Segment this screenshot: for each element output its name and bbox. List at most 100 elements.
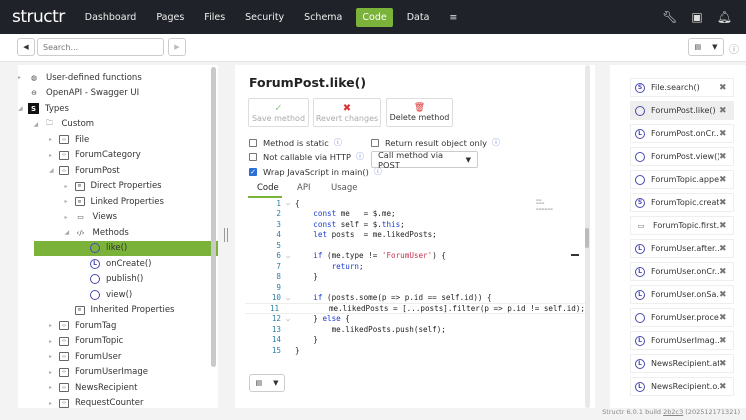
- close-icon[interactable]: ✖: [719, 336, 733, 346]
- info-icon[interactable]: ⓘ: [334, 137, 342, 148]
- nav-schema[interactable]: Schema: [298, 8, 348, 27]
- code-line[interactable]: 8 }: [245, 272, 585, 283]
- expand-toggle-icon[interactable]: ◢: [34, 121, 44, 128]
- close-icon[interactable]: ✖: [719, 83, 733, 93]
- tree-item[interactable]: ◢ ‹› ForumPost: [49, 163, 120, 178]
- open-tab[interactable]: L ForumUser.onCr... ✖: [630, 262, 734, 281]
- open-tab[interactable]: ForumPost.like() ✖: [630, 101, 734, 120]
- tree-item[interactable]: ⊖ OpenAPI - Swagger UI: [18, 86, 139, 101]
- close-icon[interactable]: ✖: [719, 313, 733, 323]
- code-line[interactable]: 6 ⌵ if (me.type != 'ForumUser') {: [245, 251, 585, 262]
- open-tab[interactable]: LNewsRecipient.af...✖: [630, 354, 734, 373]
- tree-scrollbar[interactable]: [211, 67, 216, 367]
- back-button[interactable]: ◀: [17, 38, 35, 56]
- delete-method-button[interactable]: 🗑︎ Delete method: [386, 98, 453, 127]
- nav-code[interactable]: Code: [356, 7, 393, 27]
- tree-item[interactable]: ▸ ▭ Views: [65, 210, 118, 225]
- tree-item[interactable]: LonCreate(): [80, 256, 151, 271]
- expand-toggle-icon[interactable]: ▸: [49, 369, 59, 376]
- splitter-handle[interactable]: [224, 228, 228, 242]
- expand-toggle-icon[interactable]: ▸: [49, 152, 59, 159]
- fold-chevron-icon[interactable]: ⌵: [281, 294, 295, 302]
- nav-pages[interactable]: Pages: [150, 8, 190, 27]
- expand-toggle-icon[interactable]: ◢: [49, 167, 59, 174]
- code-line[interactable]: 13 me.likedPosts.push(self);: [245, 324, 585, 335]
- tree-item[interactable]: ▸ ‹› File: [49, 132, 89, 147]
- tree-item[interactable]: ◢ S Types: [18, 101, 69, 116]
- code-line[interactable]: 12 ⌵ } else {: [245, 314, 585, 325]
- close-icon[interactable]: ✖: [719, 106, 733, 116]
- tab-code[interactable]: Code: [257, 183, 279, 193]
- open-tab[interactable]: L ForumUser.onSa... ✖: [630, 285, 734, 304]
- close-icon[interactable]: ✖: [719, 152, 733, 162]
- close-icon[interactable]: ✖: [719, 267, 733, 277]
- info-icon[interactable]: ⓘ: [729, 41, 739, 56]
- code-line[interactable]: 3 const self = $.this;: [245, 219, 585, 230]
- method-static-checkbox[interactable]: Method is static ⓘ: [249, 137, 342, 148]
- tree-item[interactable]: ◢ 🗀︎ Custom: [34, 117, 95, 132]
- code-line[interactable]: 7 return;: [245, 261, 585, 272]
- open-tab[interactable]: L NewsRecipient.o... ✖: [630, 377, 734, 396]
- open-tab[interactable]: L ForumPost.onCr... ✖: [630, 124, 734, 143]
- expand-toggle-icon[interactable]: ▸: [49, 384, 59, 391]
- expand-toggle-icon[interactable]: ▸: [49, 353, 59, 360]
- expand-toggle-icon[interactable]: ▸: [49, 322, 59, 329]
- close-icon[interactable]: ✖: [719, 244, 733, 254]
- code-line[interactable]: 5: [245, 240, 585, 251]
- tree-item[interactable]: view(): [80, 287, 132, 302]
- code-minimap[interactable]: ▬▬ ▬▬▬ ▬▬▬▬▬▬: [536, 199, 576, 219]
- wrench-icon[interactable]: 🔧︎: [662, 10, 677, 24]
- open-tab[interactable]: S File.search() ✖: [630, 78, 734, 97]
- close-icon[interactable]: ✖: [719, 175, 733, 185]
- code-line[interactable]: 2 const me = $.me;: [245, 209, 585, 220]
- open-tab[interactable]: ForumTopic.appe...✖: [630, 170, 734, 189]
- code-line[interactable]: 15}: [245, 345, 585, 356]
- close-icon[interactable]: ✖: [719, 221, 733, 231]
- open-tab[interactable]: ▭ ForumTopic.first... ✖: [630, 216, 734, 235]
- expand-toggle-icon[interactable]: ▸: [65, 198, 75, 205]
- build-link[interactable]: 2b2c3: [663, 408, 683, 416]
- revert-changes-button[interactable]: ✖ Revert changes: [313, 98, 381, 127]
- tree-item[interactable]: ▸ ≡ Direct Properties: [65, 179, 162, 194]
- close-icon[interactable]: ✖: [719, 290, 733, 300]
- return-result-checkbox[interactable]: Return result object only ⓘ: [371, 137, 500, 148]
- expand-toggle-icon[interactable]: ▸: [49, 136, 59, 143]
- open-tab[interactable]: L ForumUser.after... ✖: [630, 239, 734, 258]
- nav-files[interactable]: Files: [198, 8, 231, 27]
- expand-toggle-icon[interactable]: ▸: [65, 183, 75, 190]
- code-line[interactable]: 11 me.likedPosts = [...posts].filter(p =…: [245, 303, 585, 314]
- code-actions-dropdown[interactable]: ▤ ▼: [249, 374, 285, 392]
- open-tab[interactable]: ForumUser.proce... ✖: [630, 308, 734, 327]
- open-tab[interactable]: L ForumUserImag... ✖: [630, 331, 734, 350]
- open-tab[interactable]: ForumPost.view() ✖: [630, 147, 734, 166]
- layout-dropdown[interactable]: ▤ ▼: [688, 38, 724, 56]
- close-icon[interactable]: ✖: [719, 359, 733, 369]
- bell-icon[interactable]: 🔔︎: [717, 10, 732, 24]
- expand-toggle-icon[interactable]: ▸: [65, 214, 75, 221]
- fold-chevron-icon[interactable]: ⌵: [281, 252, 295, 260]
- code-line[interactable]: 1 ⌵{: [245, 198, 585, 209]
- info-icon[interactable]: ⓘ: [492, 137, 500, 148]
- tab-api[interactable]: API: [297, 183, 310, 193]
- expand-toggle-icon[interactable]: ▸: [49, 400, 59, 407]
- code-line[interactable]: 14 }: [245, 335, 585, 346]
- tree-item[interactable]: publish(): [80, 272, 143, 287]
- tree-item[interactable]: ▸ ◍ User-defined functions: [18, 70, 142, 85]
- tree-item[interactable]: ▸ ≡ Linked Properties: [65, 194, 164, 209]
- tree-item[interactable]: ▸ ‹› NewsRecipient: [49, 380, 137, 395]
- close-icon[interactable]: ✖: [719, 198, 733, 208]
- code-line[interactable]: 10 ⌵ if (posts.some(p => p.id == self.id)…: [245, 293, 585, 304]
- nav-data[interactable]: Data: [401, 8, 436, 27]
- tree-item[interactable]: ▸ ‹› ForumTopic: [49, 334, 123, 349]
- open-tab[interactable]: SForumTopic.creat...✖: [630, 193, 734, 212]
- close-icon[interactable]: ✖: [719, 129, 733, 139]
- expand-toggle-icon[interactable]: ◢: [65, 229, 75, 236]
- code-line[interactable]: 9: [245, 282, 585, 293]
- structr-logo[interactable]: structr: [12, 7, 65, 27]
- nav-dashboard[interactable]: Dashboard: [79, 8, 143, 27]
- expand-toggle-icon[interactable]: ▸: [18, 74, 28, 81]
- nav-menu-icon[interactable]: ≡: [443, 8, 463, 27]
- close-icon[interactable]: ✖: [719, 382, 733, 392]
- code-scrollbar[interactable]: [585, 228, 589, 248]
- fold-chevron-icon[interactable]: ⌵: [281, 315, 295, 323]
